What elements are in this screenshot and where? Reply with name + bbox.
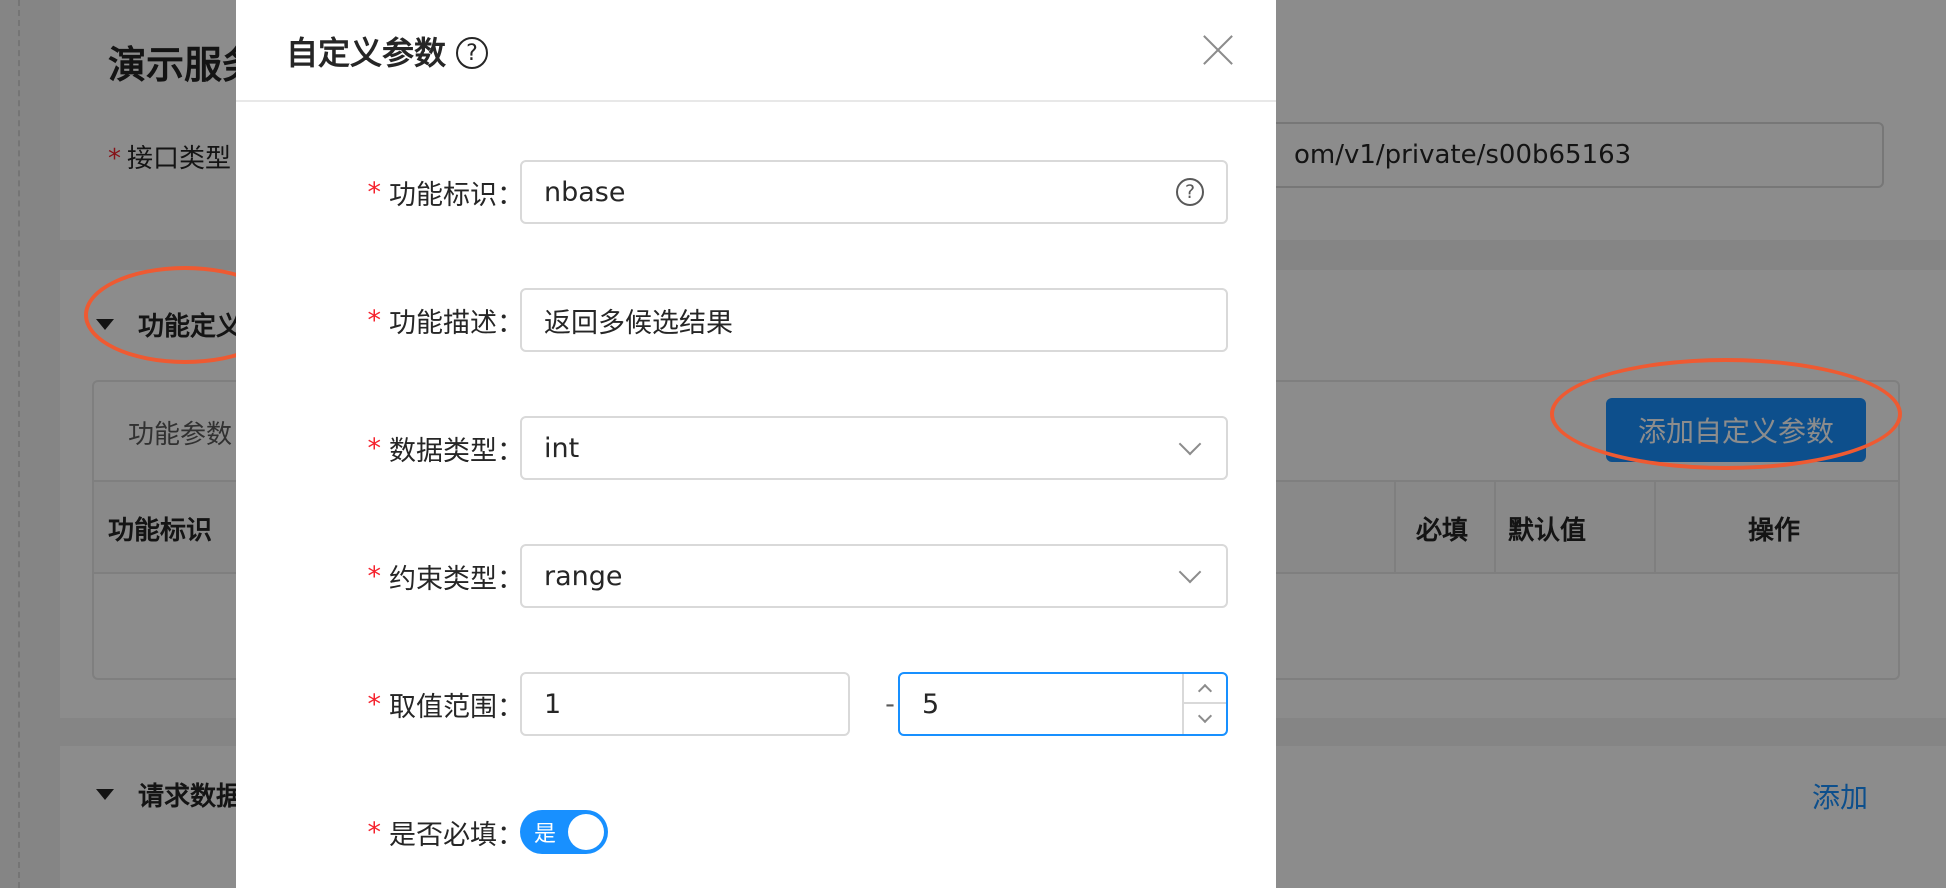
data-type-label: * 数据类型： <box>367 432 525 467</box>
range-min-input[interactable]: 1 <box>520 672 850 736</box>
form-row-identifier: * 功能标识： nbase ? <box>236 160 1276 226</box>
form-row-data-type: * 数据类型： int <box>236 416 1276 482</box>
form-row-description: * 功能描述： 返回多候选结果 <box>236 288 1276 354</box>
close-icon[interactable] <box>1198 30 1238 70</box>
identifier-input[interactable]: nbase ? <box>520 160 1228 224</box>
toggle-knob <box>568 814 604 850</box>
annotation-ellipse-add-button <box>1550 358 1902 470</box>
modal-header: 自定义参数 ? <box>236 0 1276 102</box>
form-row-required: * 是否必填： 是 <box>236 800 1276 866</box>
constraint-type-label: * 约束类型： <box>367 560 525 595</box>
question-circle-icon[interactable]: ? <box>1176 178 1204 206</box>
description-label: * 功能描述： <box>367 304 525 339</box>
quantity-stepper <box>1182 674 1226 734</box>
required-label: * 是否必填： <box>367 816 525 851</box>
form-row-value-range: * 取值范围： 1 - 5 <box>236 672 1276 738</box>
data-type-select[interactable]: int <box>520 416 1228 480</box>
stepper-up-button[interactable] <box>1184 674 1226 704</box>
stepper-down-button[interactable] <box>1184 704 1226 734</box>
modal-title: 自定义参数 ? <box>286 28 489 74</box>
chevron-down-icon <box>1178 432 1202 456</box>
question-circle-icon[interactable]: ? <box>456 37 489 69</box>
range-max-input[interactable]: 5 <box>898 672 1228 736</box>
chevron-up-icon <box>1197 683 1213 699</box>
chevron-down-icon <box>1178 560 1202 584</box>
identifier-label: * 功能标识： <box>367 176 525 211</box>
constraint-type-select[interactable]: range <box>520 544 1228 608</box>
description-input[interactable]: 返回多候选结果 <box>520 288 1228 352</box>
custom-param-modal: 自定义参数 ? * 功能标识： nbase ? * 功能描述： 返回多候选结果 * 数… <box>236 0 1276 888</box>
form-row-constraint-type: * 约束类型： range <box>236 544 1276 610</box>
chevron-down-icon <box>1197 708 1213 724</box>
value-range-label: * 取值范围： <box>367 688 525 723</box>
required-toggle[interactable]: 是 <box>520 810 608 854</box>
